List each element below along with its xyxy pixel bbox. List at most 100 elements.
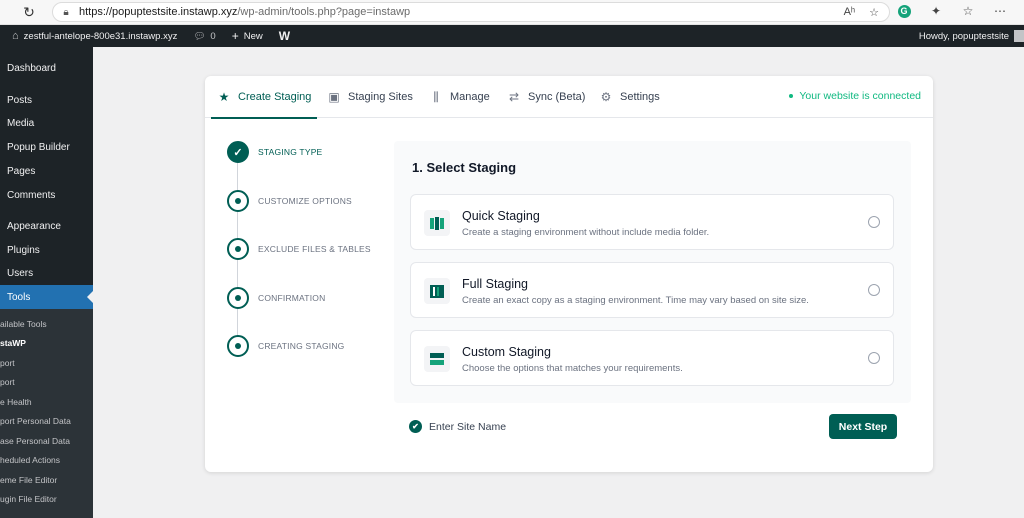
quick-staging-radio[interactable] — [868, 216, 880, 228]
sidebar-item-dashboard[interactable]: Dashboard — [0, 56, 93, 80]
submenu-item-erase-personal-data[interactable]: ase Personal Data — [0, 431, 93, 450]
submenu-item-label: ase Personal Data — [0, 435, 70, 446]
option-title: Quick Staging — [462, 209, 540, 223]
connection-status: Your website is connected — [789, 90, 921, 102]
step-dot-icon — [227, 190, 249, 212]
submenu-item-available-tools[interactable]: ailable Tools — [0, 314, 93, 333]
sidebar-item-label: Plugins — [7, 244, 40, 256]
sidebar-item-appearance[interactable]: Appearance — [0, 214, 93, 238]
sidebar-item-comments[interactable]: Comments — [0, 183, 93, 207]
submenu-item-export-personal-data[interactable]: port Personal Data — [0, 411, 93, 430]
submenu-item-label: eme File Editor — [0, 474, 58, 485]
option-title: Custom Staging — [462, 345, 551, 359]
option-description: Choose the options that matches your req… — [462, 363, 683, 374]
site-name-placeholder: Enter Site Name — [429, 420, 507, 433]
admin-bar-site[interactable]: ⌂ zestful-antelope-800e31.instawp.xyz — [0, 25, 185, 47]
submenu-item-label: heduled Actions — [0, 454, 61, 465]
site-name-input[interactable]: ✔ Enter Site Name — [409, 420, 506, 433]
tab-sync-beta[interactable]: ⇄ Sync (Beta) — [507, 76, 586, 118]
step-customize-options: CUSTOMIZE OPTIONS — [227, 190, 352, 212]
avatar — [1014, 30, 1024, 42]
grammarly-extension-icon[interactable]: G — [896, 3, 912, 19]
sidebar-item-label: Users — [7, 267, 34, 279]
panel-title: 1. Select Staging — [412, 160, 517, 175]
sidebar-item-pages[interactable]: Pages — [0, 159, 93, 183]
admin-bar-comments[interactable]: 💬︎ 0 — [185, 25, 223, 47]
submenu-item-label: ailable Tools — [0, 318, 47, 329]
sliders-icon: ⫼ — [433, 89, 439, 104]
connection-status-text: Your website is connected — [799, 90, 921, 102]
browser-toolbar: ↻ 🔒︎ https://popuptestsite.instawp.xyz/w… — [0, 0, 1024, 25]
more-options-icon[interactable]: ⋯ — [992, 3, 1008, 19]
admin-bar-account[interactable]: Howdy, popuptestsite — [919, 25, 1024, 47]
status-dot-icon — [789, 94, 794, 98]
sidebar-item-label: Dashboard — [7, 62, 56, 74]
tab-bar: ★ Create Staging ▣ Staging Sites ⫼ Manag… — [205, 76, 933, 119]
tab-staging-sites[interactable]: ▣ Staging Sites — [327, 76, 413, 118]
submenu-item-label: ugin File Editor — [0, 493, 57, 504]
step-label: STAGING TYPE — [258, 147, 323, 157]
sidebar-item-label: Popup Builder — [7, 141, 70, 153]
custom-staging-radio[interactable] — [868, 352, 880, 364]
tab-label: Settings — [620, 91, 660, 103]
sidebar-item-label: Comments — [7, 189, 56, 201]
full-staging-radio[interactable] — [868, 284, 880, 296]
sidebar-item-popup-builder[interactable]: Popup Builder — [0, 135, 93, 159]
sidebar-item-posts[interactable]: Posts — [0, 88, 93, 112]
new-label: New — [243, 30, 263, 42]
quick-staging-icon — [424, 210, 450, 236]
submenu-item-label: port — [0, 357, 15, 368]
extensions-puzzle-icon[interactable]: ✦ — [928, 3, 944, 19]
submenu-item-label: staWP — [0, 337, 26, 348]
step-label: CONFIRMATION — [258, 293, 326, 303]
read-aloud-icon[interactable]: Aʰ — [844, 6, 856, 19]
tab-manage[interactable]: ⫼ Manage — [429, 76, 490, 118]
submenu-item-import[interactable]: port — [0, 353, 93, 372]
sidebar-item-label: Tools — [7, 291, 31, 303]
address-bar[interactable]: 🔒︎ https://popuptestsite.instawp.xyz/wp-… — [52, 2, 890, 22]
option-custom-staging[interactable]: Custom Staging Choose the options that m… — [410, 330, 894, 386]
sidebar-item-users[interactable]: Users — [0, 261, 93, 285]
tab-label: Sync (Beta) — [528, 91, 586, 103]
wp-admin-bar: ⌂ zestful-antelope-800e31.instawp.xyz 💬︎… — [0, 25, 1024, 47]
howdy-greeting: Howdy, popuptestsite — [918, 30, 1009, 42]
custom-staging-icon — [424, 346, 450, 372]
instawp-logo-icon[interactable]: W — [271, 25, 298, 47]
sidebar-item-label: Media — [7, 117, 35, 129]
step-label: CUSTOMIZE OPTIONS — [258, 196, 352, 206]
tab-create-staging[interactable]: ★ Create Staging — [210, 76, 318, 119]
favorite-star-icon[interactable]: ☆ — [869, 6, 879, 19]
option-full-staging[interactable]: Full Staging Create an exact copy as a s… — [410, 262, 894, 318]
sidebar-item-label: Posts — [7, 94, 33, 106]
option-quick-staging[interactable]: Quick Staging Create a staging environme… — [410, 194, 894, 250]
submenu-item-site-health[interactable]: e Health — [0, 392, 93, 411]
sidebar-item-plugins[interactable]: Plugins — [0, 238, 93, 262]
sidebar-item-tools[interactable]: Tools — [0, 285, 93, 309]
box-icon: ▣ — [328, 90, 340, 104]
url-path: /wp-admin/tools.php?page=instawp — [237, 6, 411, 18]
site-name: zestful-antelope-800e31.instawp.xyz — [23, 30, 178, 42]
sync-icon: ⇄ — [508, 90, 520, 104]
step-staging-type: ✓ STAGING TYPE — [227, 141, 322, 163]
submenu-item-plugin-file-editor[interactable]: ugin File Editor — [0, 489, 93, 508]
submenu-item-export[interactable]: port — [0, 372, 93, 391]
submenu-item-scheduled-actions[interactable]: heduled Actions — [0, 450, 93, 469]
submenu-item-label: port Personal Data — [0, 415, 71, 426]
submenu-item-instawp[interactable]: staWP — [0, 333, 93, 352]
option-description: Create an exact copy as a staging enviro… — [462, 295, 809, 306]
option-description: Create a staging environment without inc… — [462, 227, 710, 238]
submenu-item-label: port — [0, 376, 15, 387]
submenu-item-theme-file-editor[interactable]: eme File Editor — [0, 470, 93, 489]
tab-label: Create Staging — [238, 91, 312, 103]
home-icon: ⌂ — [12, 30, 19, 42]
sidebar-item-label: Appearance — [7, 220, 61, 232]
step-confirmation: CONFIRMATION — [227, 287, 325, 309]
reload-icon[interactable]: ↻ — [18, 1, 40, 23]
sidebar-item-media[interactable]: Media — [0, 111, 93, 135]
favorites-list-icon[interactable]: ☆ — [960, 3, 976, 19]
option-title: Full Staging — [462, 277, 529, 291]
tab-settings[interactable]: ⚙ Settings — [599, 76, 660, 118]
admin-bar-new[interactable]: + New — [224, 25, 271, 47]
comments-count: 0 — [210, 30, 216, 42]
next-step-button[interactable]: Next Step — [829, 414, 897, 439]
